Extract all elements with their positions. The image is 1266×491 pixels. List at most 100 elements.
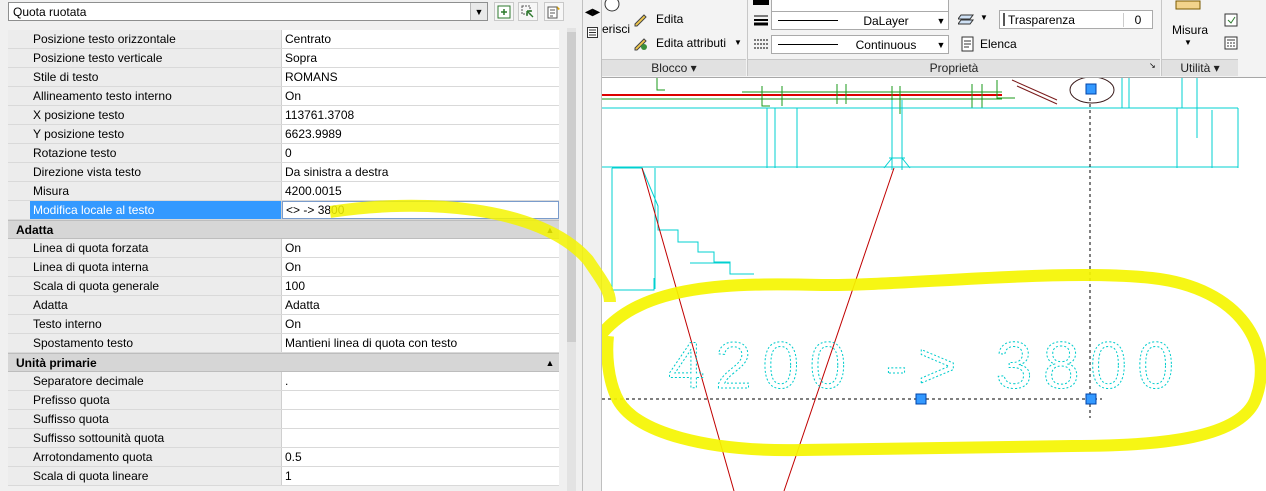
property-value[interactable]: Da sinistra a destra [282,163,559,181]
quick-select-button[interactable] [544,2,564,21]
property-row[interactable]: Rotazione testo 0 [8,144,559,163]
property-row[interactable]: Testo interno On [8,315,559,334]
quick-select-icon[interactable] [1224,13,1238,27]
dialog-launcher-icon[interactable]: ↘ [1149,61,1156,70]
insert-label[interactable]: erisci [602,22,630,36]
transparency-field[interactable]: Trasparenza 0 [999,10,1153,29]
property-value[interactable] [282,391,559,409]
object-type-value: Quota ruotata [13,4,87,19]
property-value[interactable]: On [282,239,559,257]
panel-utilita[interactable]: Utilità ▾ [1162,59,1238,76]
transparency-label: Trasparenza [1008,12,1075,27]
property-value[interactable]: Sopra [282,49,559,67]
edit-attributes-icon [634,38,647,51]
property-value[interactable]: 100 [282,277,559,295]
row-gutter [8,448,30,466]
property-row[interactable]: Y posizione testo 6623.9989 [8,125,559,144]
property-row[interactable]: Suffisso sottounità quota [8,429,559,448]
property-name: X posizione testo [30,106,282,124]
property-row[interactable]: Linea di quota forzata On [8,239,559,258]
property-row[interactable]: Allineamento testo interno On [8,87,559,106]
property-value[interactable] [282,410,559,428]
property-value[interactable]: Centrato [282,30,559,48]
panel-blocco[interactable]: Blocco ▾ [602,59,746,76]
property-value[interactable]: ROMANS [282,68,559,86]
row-gutter [8,334,30,352]
measure-icon [1175,0,1201,10]
property-name: Modifica locale al testo [30,201,282,219]
category-unita-primarie[interactable]: Unità primarie ▲ [8,353,559,372]
property-value[interactable]: On [282,315,559,333]
property-row[interactable]: Linea di quota interna On [8,258,559,277]
auto-hide-icon[interactable]: ◀▶ [585,6,600,19]
property-value[interactable]: Mantieni linea di quota con testo [282,334,559,352]
chevron-down-icon[interactable]: ▼ [980,13,988,22]
collapse-arrow-icon[interactable]: ▲ [541,225,559,235]
toggle-pickadd-button[interactable] [494,2,514,21]
panel-utilita-label: Utilità [1180,61,1211,75]
color-swatch[interactable] [753,0,769,5]
transparency-value[interactable]: 0 [1123,12,1152,27]
object-type-dropdown[interactable]: Quota ruotata ▼ [8,2,488,21]
property-value[interactable]: Adatta [282,296,559,314]
lineweight-dropdown[interactable]: DaLayer ▼ [771,11,949,30]
property-row[interactable]: Spostamento testo Mantieni linea di quota… [8,334,559,353]
property-value[interactable]: 1 [282,467,559,485]
property-name: Allineamento testo interno [30,87,282,105]
property-row[interactable]: Misura 4200.0015 [8,182,559,201]
panel-blocco-label: Blocco [651,61,688,75]
property-value[interactable]: <> -> 3800 [282,201,559,219]
row-gutter [8,429,30,447]
property-row[interactable]: Separatore decimale. [8,372,559,391]
insert-icon[interactable] [602,0,622,16]
select-objects-button[interactable] [518,2,538,21]
property-row[interactable]: Suffisso quota [8,410,559,429]
property-value[interactable]: 0 [282,144,559,162]
drawing-canvas[interactable]: 4200 -> 3800 [602,78,1266,491]
property-row[interactable]: Arrotondamento quota 0.5 [8,448,559,467]
property-row[interactable]: Scala di quota lineare 1 [8,467,559,486]
drawing-svg[interactable]: 4200 -> 3800 [602,78,1266,491]
measure-button[interactable]: Misura [1172,23,1208,37]
collapse-arrow-icon[interactable]: ▲ [541,358,559,368]
calculator-icon[interactable] [1224,36,1238,50]
property-value[interactable]: . [282,372,559,390]
property-value[interactable]: 6623.9989 [282,125,559,143]
property-value[interactable]: 0.5 [282,448,559,466]
ribbon: erisci Edita Edita attributi ▼ Blocco ▾ … [602,0,1266,78]
lineweight-icon [754,15,768,26]
property-name: Linea di quota interna [30,258,282,276]
scrollbar-thumb[interactable] [567,32,576,342]
linetype-dropdown[interactable]: Continuous ▼ [771,35,949,54]
property-value[interactable]: 4200.0015 [282,182,559,200]
chevron-down-icon[interactable]: ▼ [734,38,742,47]
row-gutter [8,125,30,143]
property-row[interactable]: Prefisso quota [8,391,559,410]
property-value[interactable]: 113761.3708 [282,106,559,124]
property-row[interactable]: X posizione testo 113761.3708 [8,106,559,125]
list-icon [961,36,974,52]
property-value[interactable]: On [282,258,559,276]
transparency-icon[interactable] [958,11,978,27]
row-gutter [8,201,30,219]
panel-proprieta[interactable]: Proprietà [748,59,1160,76]
edit-attributes-button[interactable]: Edita attributi [656,36,726,50]
property-row[interactable]: Posizione testo orizzontale Centrato [8,30,559,49]
palette-scrollbar[interactable] [567,28,576,491]
property-name: Scala di quota lineare [30,467,282,485]
quick-select-icon [547,5,560,18]
chevron-down-icon[interactable]: ▼ [470,3,487,20]
property-value[interactable] [282,429,559,447]
properties-menu-icon[interactable] [586,26,599,39]
property-row[interactable]: Scala di quota generale 100 [8,277,559,296]
property-row[interactable]: Modifica locale al testo <> -> 3800 [8,201,559,220]
property-row[interactable]: Posizione testo verticale Sopra [8,49,559,68]
category-adatta[interactable]: Adatta ▲ [8,220,559,239]
property-row[interactable]: Adatta Adatta [8,296,559,315]
edit-block-button[interactable]: Edita [656,12,683,26]
property-value[interactable]: On [282,87,559,105]
chevron-down-icon[interactable]: ▼ [1184,38,1192,47]
property-row[interactable]: Direzione vista testo Da sinistra a destr… [8,163,559,182]
list-button[interactable]: Elenca [980,37,1017,51]
property-row[interactable]: Stile di testo ROMANS [8,68,559,87]
